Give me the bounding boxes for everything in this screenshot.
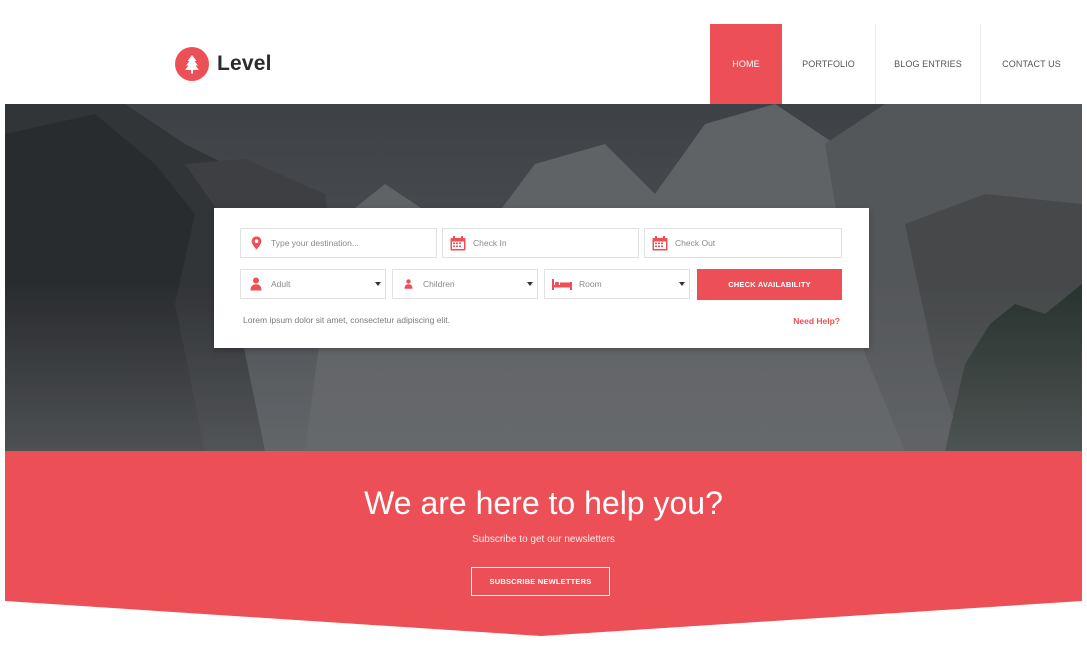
nav-item-home[interactable]: HOME [710, 24, 782, 104]
check-out-field[interactable] [644, 228, 842, 258]
children-select[interactable]: Children [392, 269, 538, 299]
booking-form-card: Adult Children Room [214, 208, 869, 348]
chevron-down-icon [675, 282, 689, 286]
check-in-field[interactable] [442, 228, 639, 258]
newsletter-subtitle: Subscribe to get our newsletters [472, 534, 615, 545]
newsletter-title: We are here to help you? [364, 485, 723, 521]
brand-name: Level [217, 52, 272, 75]
booking-note: Lorem ipsum dolor sit amet, consectetur … [243, 315, 450, 325]
adult-select[interactable]: Adult [240, 269, 386, 299]
main-nav: HOME PORTFOLIO BLOG ENTRIES CONTACT US [710, 24, 1082, 104]
check-out-input[interactable] [675, 238, 841, 248]
adult-select-value: Adult [271, 279, 291, 289]
brand-logo[interactable]: Level [175, 47, 272, 81]
check-in-input[interactable] [473, 238, 638, 248]
tree-icon [175, 47, 209, 81]
calendar-icon [443, 229, 473, 257]
child-icon [393, 270, 423, 298]
need-help-link[interactable]: Need Help? [793, 316, 840, 326]
nav-item-portfolio[interactable]: PORTFOLIO [782, 24, 876, 104]
site-header: Level HOME PORTFOLIO BLOG ENTRIES CONTAC… [0, 0, 1087, 104]
person-icon [241, 270, 271, 298]
bed-icon [545, 270, 579, 298]
nav-item-contact-us[interactable]: CONTACT US [981, 24, 1082, 104]
map-pin-icon [241, 229, 271, 257]
destination-input[interactable] [271, 238, 436, 248]
room-select[interactable]: Room [544, 269, 690, 299]
children-select-value: Children [423, 279, 455, 289]
calendar-icon [645, 229, 675, 257]
check-availability-button[interactable]: CHECK AVAILABILITY [697, 269, 842, 300]
destination-field[interactable] [240, 228, 437, 258]
newsletter-band [0, 451, 1087, 651]
room-select-value: Room [579, 279, 602, 289]
chevron-down-icon [523, 282, 537, 286]
nav-item-blog-entries[interactable]: BLOG ENTRIES [876, 24, 981, 104]
chevron-down-icon [371, 282, 385, 286]
subscribe-newsletters-button[interactable]: SUBSCRIBE NEWLETTERS [471, 567, 610, 596]
